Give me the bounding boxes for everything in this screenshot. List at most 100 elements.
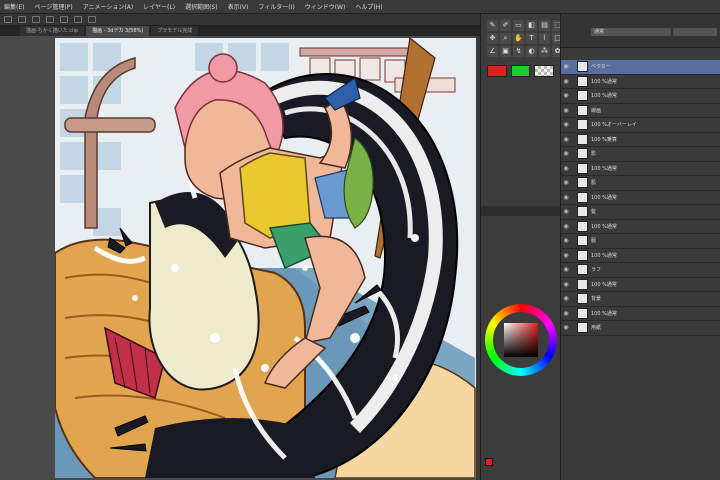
zoom-icon[interactable]: ⌕ [500,33,511,44]
layer-row[interactable]: ◉ ベクター [561,60,720,75]
layer-row[interactable]: ◉ 100 %乗算 [561,133,720,147]
menu-selection[interactable]: 選択範囲(S) [185,2,218,11]
layer-row[interactable]: ◉ 線画 [561,104,720,118]
eye-icon[interactable]: ◉ [561,194,571,201]
layer-thumbnail [577,104,588,116]
layer-row[interactable]: ◉ 用紙 [561,321,720,336]
move-icon[interactable]: ✥ [487,33,498,44]
eye-icon[interactable]: ◉ [561,324,571,331]
layer-name: 100 %通常 [591,252,617,259]
pen-icon[interactable]: ✎ [487,20,498,31]
layer-thumbnail [577,177,588,189]
layer-row[interactable]: ◉ 100 %オーバーレイ [561,118,720,133]
layer-name: 用紙 [591,325,602,332]
eye-icon[interactable]: ◉ [561,179,571,186]
opacity-slider[interactable] [673,28,717,36]
layer-thumbnail [577,61,588,73]
layer-row[interactable]: ◉ 髪 [561,205,720,220]
layer-name: 肌 [591,180,597,187]
menu-layer[interactable]: レイヤー(L) [143,2,175,11]
fill-icon[interactable]: ◧ [526,20,537,31]
eye-icon[interactable]: ◉ [561,107,571,114]
text-icon[interactable]: T [526,33,537,44]
eye-icon[interactable]: ◉ [561,78,571,85]
gradient-icon[interactable]: ▤ [539,20,550,31]
layer-name: 100 %通常 [591,93,617,100]
eye-icon[interactable]: ◉ [561,266,571,273]
sub-color-swatch[interactable] [510,65,531,77]
layer-name: 100 %通常 [591,223,617,230]
eye-icon[interactable]: ◉ [561,92,571,99]
menu-view[interactable]: 表示(V) [228,2,249,11]
layer-row[interactable]: ◉ 100 %通常 [561,191,720,205]
layer-row[interactable]: ◉ 服 [561,234,720,249]
brush-icon[interactable]: ✐ [500,20,511,31]
clear-icon[interactable] [74,16,82,23]
layer-row[interactable]: ◉ 背景 [561,292,720,307]
layer-thumbnail [577,162,588,174]
layer-name: 100 %オーバーレイ [591,122,637,129]
layer-thumbnail [577,191,588,203]
layer-thumbnail [577,206,588,218]
eye-icon[interactable]: ◉ [561,208,571,215]
layer-row[interactable]: ◉ 100 %通常 [561,89,720,104]
eye-icon[interactable]: ◉ [561,281,571,288]
layer-thumbnail [577,119,588,131]
layer-row[interactable]: ◉ ラフ [561,263,720,278]
tab-document-3[interactable]: プラモデル完成 [151,26,199,36]
layer-thumbnail [577,293,588,305]
menu-filter[interactable]: フィルター(I) [258,2,294,11]
eye-icon[interactable]: ◉ [561,223,571,230]
layer-name: 髪 [591,209,597,216]
eye-icon[interactable]: ◉ [561,165,571,172]
save-icon[interactable] [32,16,40,23]
layer-row[interactable]: ◉ 100 %通常 [561,75,720,89]
layer-row[interactable]: ◉ 肌 [561,176,720,191]
airbrush-icon[interactable]: ⁂ [539,46,550,57]
menu-help[interactable]: ヘルプ(H) [355,2,382,11]
eye-icon[interactable]: ◉ [561,237,571,244]
undo-icon[interactable] [46,16,54,23]
menu-window[interactable]: ウィンドウ(W) [305,2,346,11]
layer-row[interactable]: ◉ 100 %通常 [561,307,720,321]
deselect-icon[interactable] [88,16,96,23]
eyedropper-icon[interactable]: ⌇ [539,33,550,44]
layer-row[interactable]: ◉ 100 %通常 [561,162,720,176]
menu-edit[interactable]: 編集(E) [4,2,24,11]
layer-thumbnail [577,90,588,102]
correct-icon[interactable]: ↯ [513,46,524,57]
blend-icon[interactable]: ◐ [526,46,537,57]
eye-icon[interactable]: ◉ [561,310,571,317]
main-color-swatch[interactable] [487,65,507,77]
tab-document-1[interactable]: 描画-ちかく描いた.clip [20,26,85,36]
menu-animation[interactable]: アニメーション(A) [83,2,134,11]
color-wheel[interactable] [485,304,557,376]
hand-icon[interactable]: ✋ [513,33,524,44]
transparent-swatch[interactable] [534,65,555,77]
eye-icon[interactable]: ◉ [561,150,571,157]
blend-mode-select[interactable]: 通常 [591,28,671,36]
layer-thumbnail [577,133,588,145]
layer-thumbnail [577,235,588,247]
eye-icon[interactable]: ◉ [561,136,571,143]
eye-icon[interactable]: ◉ [561,252,571,259]
redo-icon[interactable] [60,16,68,23]
menu-page[interactable]: ページ管理(P) [34,2,72,11]
eye-icon[interactable]: ◉ [561,295,571,302]
eye-icon[interactable]: ◉ [561,63,571,70]
open-icon[interactable] [18,16,26,23]
current-color-indicator[interactable] [485,458,493,466]
ruler-icon[interactable]: ∠ [487,46,498,57]
layer-row[interactable]: ◉ 100 %通常 [561,278,720,292]
layer-row[interactable]: ◉ 100 %通常 [561,220,720,234]
eraser-icon[interactable]: ▭ [513,20,524,31]
new-icon[interactable] [4,16,12,23]
layer-row[interactable]: ◉ 100 %通常 [561,249,720,263]
color-saturation-square[interactable] [504,323,538,357]
frame-icon[interactable]: ▣ [500,46,511,57]
layer-thumbnail [577,322,588,334]
tab-document-2[interactable]: 描画 - 3dデカ 3(56%) [86,26,150,36]
layer-row[interactable]: ◉ 影 [561,147,720,162]
drawing-canvas[interactable] [55,38,476,478]
eye-icon[interactable]: ◉ [561,121,571,128]
